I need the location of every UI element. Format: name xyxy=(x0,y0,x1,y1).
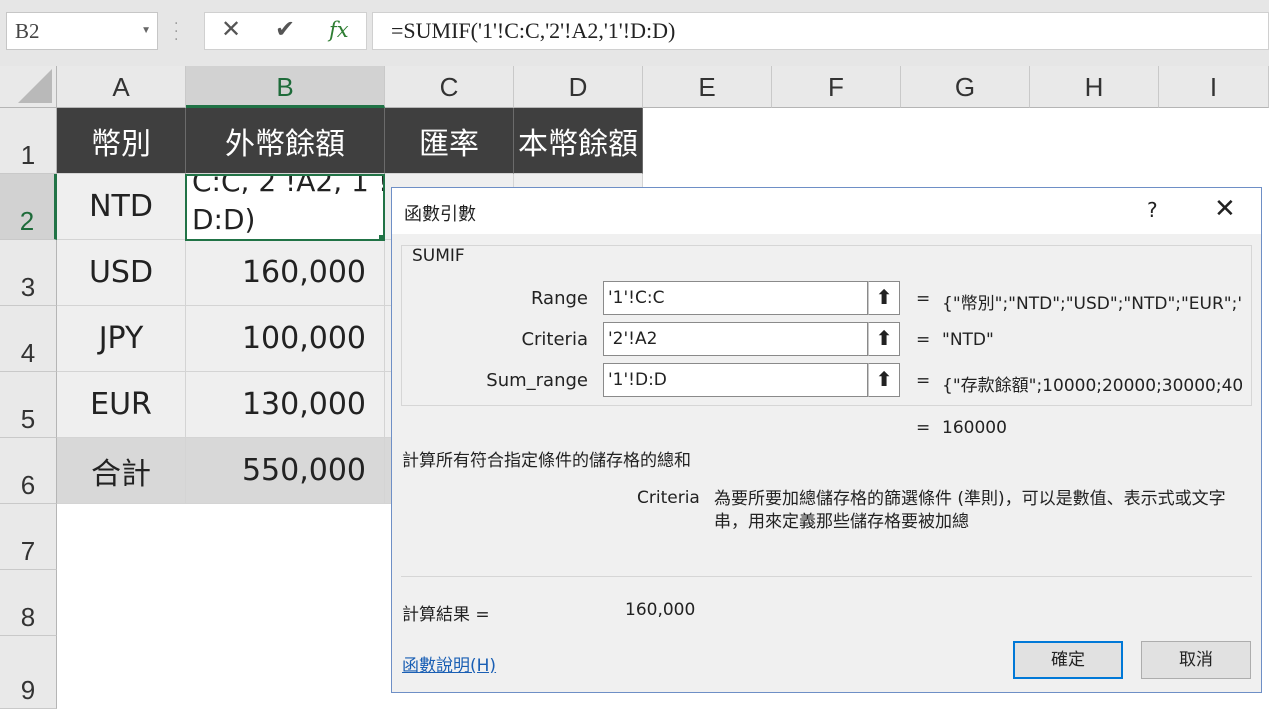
range-label: Range xyxy=(530,288,588,309)
row-header-9[interactable]: 9 xyxy=(0,636,57,709)
formula-input[interactable]: =SUMIF('1'!C:C,'2'!A2,'1'!D:D) xyxy=(372,12,1269,50)
fill-handle[interactable] xyxy=(379,235,383,239)
drag-handle-icon[interactable]: · · · xyxy=(174,17,178,47)
select-all-triangle-icon xyxy=(18,69,52,103)
name-box-value: B2 xyxy=(15,19,40,43)
cell-a1[interactable]: 幣別 xyxy=(57,108,186,174)
sum-range-equals: = xyxy=(916,371,931,391)
range-preview: {"幣別";"NTD";"USD";"NTD";"EUR";"N xyxy=(942,294,1242,314)
column-header-e[interactable]: E xyxy=(643,66,772,108)
row-header-6[interactable]: 6 xyxy=(0,438,57,504)
row-header-3[interactable]: 3 xyxy=(0,240,57,306)
cancel-button[interactable]: 取消 xyxy=(1141,641,1251,679)
insert-function-icon[interactable]: fx xyxy=(329,18,349,42)
range-equals: = xyxy=(916,289,931,309)
column-header-g[interactable]: G xyxy=(901,66,1030,108)
cell-a4[interactable]: JPY xyxy=(57,306,186,372)
criteria-preview: "NTD" xyxy=(942,330,994,350)
cell-d1[interactable]: 本幣餘額 xyxy=(514,108,643,174)
column-header-b[interactable]: B xyxy=(186,66,385,108)
name-box[interactable]: B2 ▼ xyxy=(6,12,158,50)
row-header-2[interactable]: 2 xyxy=(0,174,57,240)
sum-range-label: Sum_range xyxy=(486,370,588,391)
row-header-7[interactable]: 7 xyxy=(0,504,57,570)
formula-result-value: 160000 xyxy=(942,418,1007,438)
formula-bar: B2 ▼ · · · ✕ ✔ fx =SUMIF('1'!C:C,'2'!A2,'1… xyxy=(0,0,1269,66)
calc-result-value: 160,000 xyxy=(625,600,696,620)
divider xyxy=(401,576,1252,577)
column-header-a[interactable]: A xyxy=(57,66,186,108)
cell-b6[interactable]: 550,000 xyxy=(186,438,385,504)
active-cell-b2[interactable]: C:C, 2 !A2, 1 ! D:D) xyxy=(185,174,385,241)
cell-b3[interactable]: 160,000 xyxy=(186,240,385,306)
cell-a3[interactable]: USD xyxy=(57,240,186,306)
cell-b4[interactable]: 100,000 xyxy=(186,306,385,372)
cancel-icon[interactable]: ✕ xyxy=(221,15,241,43)
cell-b2-text-line1: C:C, 2 !A2, 1 ! xyxy=(192,174,385,198)
column-header-h[interactable]: H xyxy=(1030,66,1159,108)
function-name-label: SUMIF xyxy=(410,246,467,266)
close-icon[interactable]: ✕ xyxy=(1214,194,1236,224)
row-header-8[interactable]: 8 xyxy=(0,570,57,636)
sum-range-collapse-button[interactable]: ⬆ xyxy=(868,363,900,397)
range-input[interactable]: '1'!C:C xyxy=(603,281,868,315)
sum-range-input[interactable]: '1'!D:D xyxy=(603,363,868,397)
cell-a2[interactable]: NTD xyxy=(57,174,186,240)
ok-button[interactable]: 確定 xyxy=(1013,641,1123,679)
range-collapse-button[interactable]: ⬆ xyxy=(868,281,900,315)
column-header-f[interactable]: F xyxy=(772,66,901,108)
row-header-4[interactable]: 4 xyxy=(0,306,57,372)
cell-b1[interactable]: 外幣餘額 xyxy=(186,108,385,174)
help-icon[interactable]: ? xyxy=(1147,198,1158,222)
chevron-down-icon[interactable]: ▼ xyxy=(141,13,151,49)
row-header-5[interactable]: 5 xyxy=(0,372,57,438)
column-header-i[interactable]: I xyxy=(1159,66,1269,108)
cell-a6[interactable]: 合計 xyxy=(57,438,186,504)
criteria-collapse-button[interactable]: ⬆ xyxy=(868,322,900,356)
enter-check-icon[interactable]: ✔ xyxy=(275,15,295,43)
function-arguments-dialog: 函數引數 ? ✕ SUMIF Range '1'!C:C ⬆ = {"幣別";"… xyxy=(391,187,1262,693)
row-header-1[interactable]: 1 xyxy=(0,108,57,174)
criteria-equals: = xyxy=(916,330,931,350)
formula-result-equals: = xyxy=(916,418,931,438)
argument-help-name: Criteria xyxy=(637,488,700,508)
function-description: 計算所有符合指定條件的儲存格的總和 xyxy=(402,451,691,471)
cell-a5[interactable]: EUR xyxy=(57,372,186,438)
calc-result-label: 計算結果 = xyxy=(402,605,490,625)
sum-range-preview: {"存款餘額";10000;20000;30000;40... xyxy=(942,376,1242,396)
dialog-title: 函數引數 xyxy=(404,204,476,225)
column-header-c[interactable]: C xyxy=(385,66,514,108)
criteria-input[interactable]: '2'!A2 xyxy=(603,322,868,356)
cell-b2-text-line2: D:D) xyxy=(192,203,256,236)
select-all-corner[interactable] xyxy=(0,66,57,108)
function-help-link[interactable]: 函數說明(H) xyxy=(402,651,496,676)
column-header-d[interactable]: D xyxy=(514,66,643,108)
formula-buttons: ✕ ✔ fx xyxy=(204,12,367,50)
cell-c1[interactable]: 匯率 xyxy=(385,108,514,174)
dialog-titlebar[interactable]: 函數引數 ? ✕ xyxy=(392,188,1261,234)
criteria-label: Criteria xyxy=(521,329,588,350)
argument-help-text: 為要所要加總儲存格的篩選條件 (準則)，可以是數值、表示式或文字串，用來定義那些… xyxy=(714,489,1226,532)
cell-b5[interactable]: 130,000 xyxy=(186,372,385,438)
